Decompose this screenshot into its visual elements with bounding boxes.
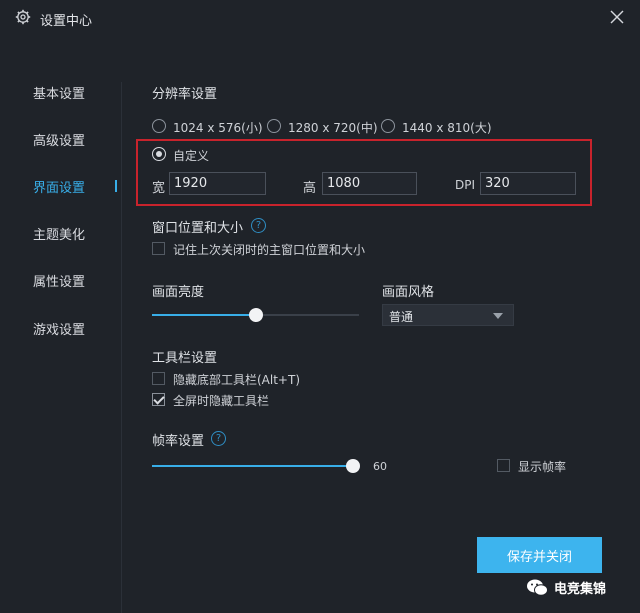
sidebar-item-advanced[interactable]: 高级设置 <box>33 130 85 149</box>
height-label: 高 <box>303 181 317 196</box>
sidebar-divider <box>121 82 122 613</box>
framerate-title: 帧率设置 <box>152 434 205 449</box>
remember-position-checkbox[interactable] <box>152 242 165 255</box>
width-input[interactable]: 1920 <box>169 172 266 195</box>
show-framerate-label[interactable]: 显示帧率 <box>518 458 566 475</box>
brightness-slider-thumb[interactable] <box>249 308 263 322</box>
sidebar-item-properties[interactable]: 属性设置 <box>33 271 85 290</box>
show-framerate-checkbox[interactable] <box>497 459 510 472</box>
resolution-small-label[interactable]: 1024 x 576(小) <box>173 119 263 136</box>
window-position-title: 窗口位置和大小 <box>152 221 244 236</box>
window-title: 设置中心 <box>40 14 93 29</box>
resolution-small-radio[interactable] <box>152 119 166 133</box>
style-title: 画面风格 <box>382 285 435 300</box>
hide-bottom-toolbar-checkbox[interactable] <box>152 372 165 385</box>
framerate-slider-thumb[interactable] <box>346 459 360 473</box>
hide-fullscreen-toolbar-checkbox[interactable] <box>152 393 165 406</box>
resolution-large-radio[interactable] <box>381 119 395 133</box>
save-and-close-button[interactable]: 保存并关闭 <box>477 537 602 573</box>
resolution-custom-label[interactable]: 自定义 <box>173 147 209 164</box>
close-icon[interactable] <box>607 7 627 27</box>
wechat-icon <box>527 579 548 596</box>
watermark-text: 电竞集锦 <box>554 582 607 597</box>
brightness-title: 画面亮度 <box>152 285 205 300</box>
resolution-medium-radio[interactable] <box>267 119 281 133</box>
framerate-help-icon[interactable]: ? <box>211 431 226 446</box>
sidebar-item-theme[interactable]: 主题美化 <box>33 224 85 243</box>
watermark: 电竞集锦 <box>526 576 636 602</box>
brightness-slider-fill <box>152 314 256 316</box>
gear-icon <box>15 9 31 25</box>
framerate-value: 60 <box>373 460 387 473</box>
sidebar-item-interface[interactable]: 界面设置 <box>33 177 85 196</box>
window-position-help-icon[interactable]: ? <box>251 218 266 233</box>
resolution-title: 分辨率设置 <box>152 87 218 102</box>
title-bar: 设置中心 <box>0 0 640 36</box>
height-input[interactable]: 1080 <box>322 172 417 195</box>
framerate-slider-fill <box>152 465 353 467</box>
hide-fullscreen-toolbar-label[interactable]: 全屏时隐藏工具栏 <box>173 392 269 409</box>
style-select[interactable]: 普通 <box>382 304 514 326</box>
resolution-custom-radio[interactable] <box>152 147 166 161</box>
active-nav-indicator <box>115 180 117 192</box>
width-label: 宽 <box>152 181 166 196</box>
style-select-value: 普通 <box>389 310 414 324</box>
toolbar-title: 工具栏设置 <box>152 351 218 366</box>
chevron-down-icon <box>493 313 503 319</box>
dpi-label: DPI <box>455 178 476 192</box>
sidebar-item-game[interactable]: 游戏设置 <box>33 319 85 338</box>
hide-bottom-toolbar-label[interactable]: 隐藏底部工具栏(Alt+T) <box>173 371 300 388</box>
dpi-input[interactable]: 320 <box>480 172 576 195</box>
remember-position-label[interactable]: 记住上次关闭时的主窗口位置和大小 <box>173 241 365 258</box>
resolution-medium-label[interactable]: 1280 x 720(中) <box>288 119 378 136</box>
sidebar-item-basic[interactable]: 基本设置 <box>33 83 85 102</box>
resolution-large-label[interactable]: 1440 x 810(大) <box>402 119 492 136</box>
